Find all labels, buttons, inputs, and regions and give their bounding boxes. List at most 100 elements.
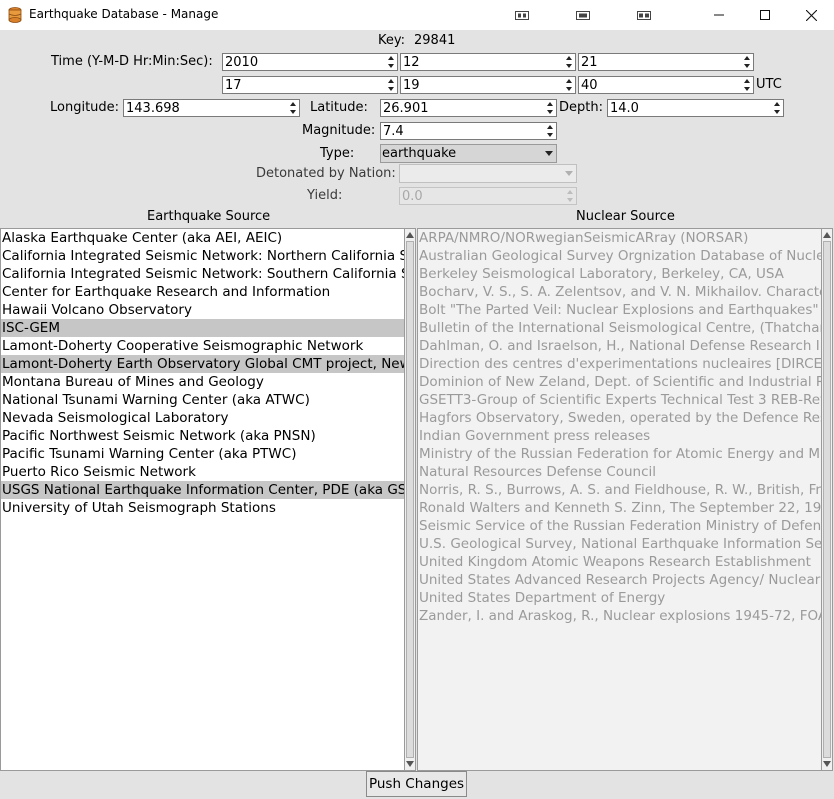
earthquake-source-item[interactable]: Puerto Rico Seismic Network [1, 463, 404, 481]
scroll-down-icon[interactable] [406, 761, 414, 767]
layout-3-icon[interactable] [621, 0, 667, 30]
earthquake-source-item[interactable]: Alaska Earthquake Center (aka AEI, AEIC) [1, 229, 404, 247]
depth-label: Depth: [559, 100, 603, 115]
minimize-icon[interactable] [696, 0, 742, 30]
nuclear-source-item[interactable]: Seismic Service of the Russian Federatio… [418, 517, 821, 535]
yield-spinner[interactable]: 0.0 [399, 187, 577, 205]
magnitude-label: Magnitude: [302, 123, 376, 138]
layout-2-icon[interactable] [560, 0, 606, 30]
longitude-spinner[interactable]: 143.698 [123, 99, 300, 117]
window-title: Earthquake Database - Manage [29, 7, 219, 21]
nuclear-source-item[interactable]: Norris, R. S., Burrows, A. S. and Fieldh… [418, 481, 821, 499]
latitude-value: 26.901 [383, 101, 429, 116]
earthquake-source-item[interactable]: Center for Earthquake Research and Infor… [1, 283, 404, 301]
nuclear-source-item[interactable]: Dahlman, O. and Israelson, H., National … [418, 337, 821, 355]
earthquake-source-item[interactable]: Nevada Seismological Laboratory [1, 409, 404, 427]
longitude-label: Longitude: [50, 100, 120, 115]
nuclear-source-item[interactable]: Bolt "The Parted Veil: Nuclear Explosion… [418, 301, 821, 319]
close-icon[interactable] [788, 0, 834, 30]
scroll-thumb[interactable] [406, 241, 414, 758]
hour-spinner[interactable]: 17 [222, 76, 398, 94]
month-spinner[interactable]: 12 [400, 53, 576, 71]
earthquake-list-scrollbar[interactable] [404, 228, 416, 771]
detonated-label: Detonated by Nation: [256, 166, 396, 181]
time-label: Time (Y-M-D Hr:Min:Sec): [51, 54, 213, 69]
spinner-arrows-icon[interactable] [545, 123, 556, 139]
spinner-arrows-icon[interactable] [564, 77, 575, 93]
spinner-arrows-icon[interactable] [564, 54, 575, 70]
nuclear-list-scrollbar[interactable] [821, 228, 833, 771]
type-dropdown[interactable]: earthquake [380, 144, 557, 163]
app-icon [8, 7, 22, 23]
nation-dropdown[interactable] [399, 164, 577, 183]
spinner-arrows-icon[interactable] [742, 54, 753, 70]
spinner-arrows-icon[interactable] [386, 54, 397, 70]
spinner-arrows-icon[interactable] [288, 100, 299, 116]
nuclear-source-item[interactable]: United States Advanced Research Projects… [418, 571, 821, 589]
nuclear-source-item[interactable]: Ministry of the Russian Federation for A… [418, 445, 821, 463]
title-bar: Earthquake Database - Manage [0, 0, 834, 30]
day-spinner[interactable]: 21 [578, 53, 754, 71]
nuclear-source-item[interactable]: Direction des centres d'experimentations… [418, 355, 821, 373]
maximize-icon[interactable] [742, 0, 788, 30]
earthquake-source-header: Earthquake Source [147, 209, 271, 224]
latitude-label: Latitude: [310, 100, 368, 115]
earthquake-source-item[interactable]: Montana Bureau of Mines and Geology [1, 373, 404, 391]
spinner-arrows-icon[interactable] [545, 100, 556, 116]
year-spinner[interactable]: 2010 [222, 53, 398, 71]
nuclear-source-item[interactable]: ARPA/NMRO/NORwegianSeismicARray (NORSAR) [418, 229, 821, 247]
minute-spinner[interactable]: 19 [400, 76, 576, 94]
chevron-down-icon[interactable] [562, 165, 576, 182]
nuclear-source-item[interactable]: Dominion of New Zeland, Dept. of Scienti… [418, 373, 821, 391]
year-value: 2010 [225, 55, 259, 70]
nuclear-source-item[interactable]: Zander, I. and Araskog, R., Nuclear expl… [418, 607, 821, 625]
earthquake-source-item[interactable]: University of Utah Seismograph Stations [1, 499, 404, 517]
nuclear-source-list[interactable]: ARPA/NMRO/NORwegianSeismicARray (NORSAR)… [417, 228, 822, 771]
earthquake-source-list[interactable]: Alaska Earthquake Center (aka AEI, AEIC)… [0, 228, 405, 771]
nuclear-source-item[interactable]: Hagfors Observatory, Sweden, operated by… [418, 409, 821, 427]
earthquake-source-item[interactable]: California Integrated Seismic Network: N… [1, 247, 404, 265]
magnitude-spinner[interactable]: 7.4 [380, 122, 557, 140]
nuclear-source-item[interactable]: Ronald Walters and Kenneth S. Zinn, The … [418, 499, 821, 517]
latitude-spinner[interactable]: 26.901 [380, 99, 557, 117]
nuclear-source-item[interactable]: United Kingdom Atomic Weapons Research E… [418, 553, 821, 571]
scroll-up-icon[interactable] [406, 232, 414, 238]
scroll-thumb[interactable] [823, 241, 831, 758]
nuclear-source-item[interactable]: Natural Resources Defense Council [418, 463, 821, 481]
earthquake-source-item[interactable]: National Tsunami Warning Center (aka ATW… [1, 391, 404, 409]
push-changes-button[interactable]: Push Changes [366, 771, 467, 797]
earthquake-source-item[interactable]: Lamont-Doherty Cooperative Seismographic… [1, 337, 404, 355]
depth-spinner[interactable]: 14.0 [607, 99, 784, 117]
earthquake-source-item[interactable]: Pacific Northwest Seismic Network (aka P… [1, 427, 404, 445]
earthquake-source-item[interactable]: Hawaii Volcano Observatory [1, 301, 404, 319]
chevron-down-icon[interactable] [542, 145, 556, 162]
nuclear-source-item[interactable]: Australian Geological Survey Orgnization… [418, 247, 821, 265]
spinner-arrows-icon[interactable] [742, 77, 753, 93]
spinner-arrows-icon[interactable] [386, 77, 397, 93]
hour-value: 17 [225, 78, 242, 93]
nuclear-source-item[interactable]: Berkeley Seismological Laboratory, Berke… [418, 265, 821, 283]
nuclear-source-item[interactable]: Bocharv, V. S., S. A. Zelentsov, and V. … [418, 283, 821, 301]
scroll-down-icon[interactable] [823, 761, 831, 767]
nuclear-source-item[interactable]: Indian Government press releases [418, 427, 821, 445]
earthquake-source-item[interactable]: Lamont-Doherty Earth Observatory Global … [1, 355, 404, 373]
nuclear-source-item[interactable]: United States Department of Energy [418, 589, 821, 607]
scroll-up-icon[interactable] [823, 232, 831, 238]
layout-1-icon[interactable] [499, 0, 545, 30]
day-value: 21 [581, 55, 598, 70]
earthquake-source-item[interactable]: Pacific Tsunami Warning Center (aka PTWC… [1, 445, 404, 463]
nuclear-source-item[interactable]: Bulletin of the International Seismologi… [418, 319, 821, 337]
depth-value: 14.0 [610, 101, 639, 116]
spinner-arrows-icon[interactable] [772, 100, 783, 116]
nuclear-source-item[interactable]: U.S. Geological Survey, National Earthqu… [418, 535, 821, 553]
earthquake-source-item[interactable]: USGS National Earthquake Information Cen… [1, 481, 404, 499]
earthquake-source-item[interactable]: California Integrated Seismic Network: S… [1, 265, 404, 283]
earthquake-source-item[interactable]: ISC-GEM [1, 319, 404, 337]
key-value: 29841 [414, 33, 456, 48]
second-spinner[interactable]: 40 [578, 76, 754, 94]
spinner-arrows-icon[interactable] [565, 188, 576, 204]
utc-label: UTC [756, 77, 782, 92]
nuclear-source-item[interactable]: GSETT3-Group of Scientific Experts Techn… [418, 391, 821, 409]
type-label: Type: [320, 146, 355, 161]
magnitude-value: 7.4 [383, 124, 404, 139]
